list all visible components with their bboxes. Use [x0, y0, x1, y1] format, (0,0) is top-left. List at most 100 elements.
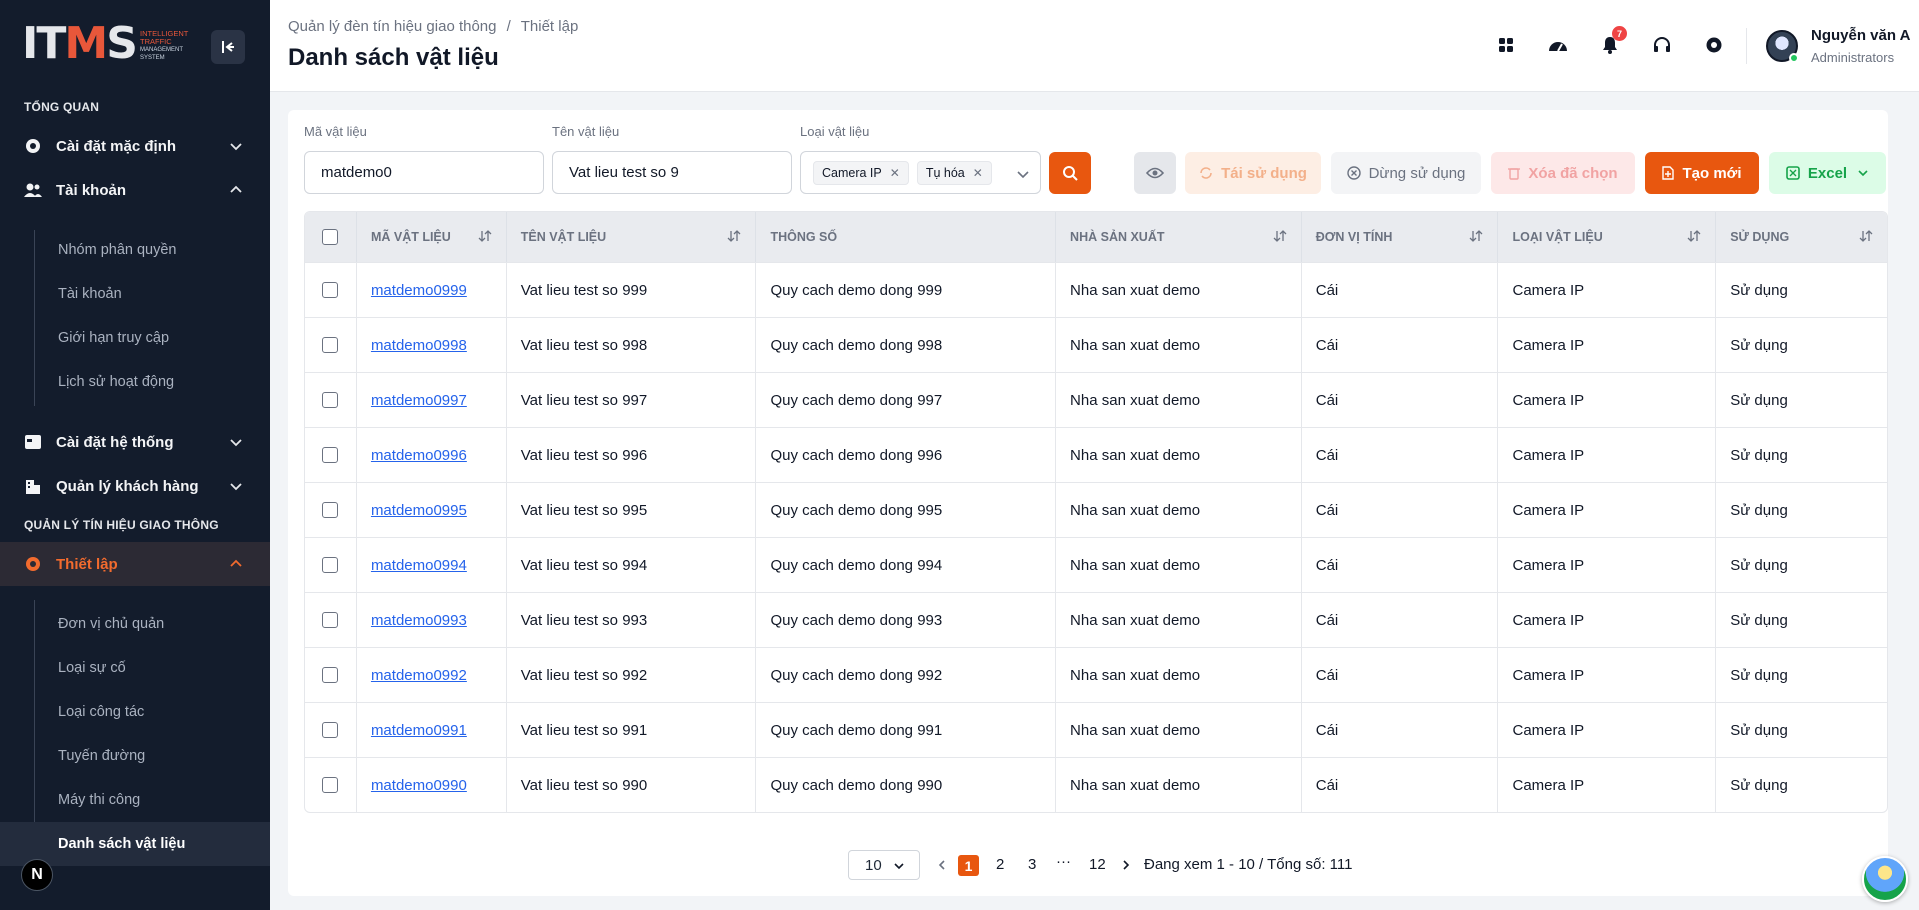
- menu-label: Cài đặt hệ thống: [56, 433, 174, 451]
- sort-icon[interactable]: [1687, 229, 1701, 243]
- building-icon: [24, 477, 42, 495]
- delete-selected-button[interactable]: Xóa đã chọn: [1491, 152, 1635, 194]
- cell-material-name: Vat lieu test so 991: [507, 703, 757, 757]
- row-checkbox[interactable]: [322, 777, 339, 793]
- sidebar-item-access-limits[interactable]: Giới hạn truy cập: [0, 316, 270, 360]
- type-filter-select[interactable]: Camera IP ✕ Tụ hóa ✕: [800, 151, 1041, 194]
- stop-using-button[interactable]: Dừng sử dụng: [1331, 152, 1481, 194]
- sort-icon[interactable]: [478, 229, 492, 243]
- row-checkbox[interactable]: [322, 667, 339, 683]
- row-checkbox[interactable]: [322, 392, 339, 408]
- row-checkbox[interactable]: [322, 337, 339, 353]
- material-code-link[interactable]: matdemo0998: [371, 337, 467, 354]
- menu-default-settings[interactable]: Cài đặt mặc định: [0, 124, 270, 168]
- notifications-button[interactable]: 7: [1597, 26, 1627, 58]
- sidebar-item-work-types[interactable]: Loại công tác: [0, 690, 270, 734]
- table-row[interactable]: matdemo0990 Vat lieu test so 990 Quy cach …: [305, 757, 1887, 812]
- breadcrumb-root[interactable]: Quản lý đèn tín hiệu giao thông: [288, 18, 497, 35]
- sort-icon[interactable]: [1859, 229, 1873, 243]
- page-2-button[interactable]: 2: [996, 856, 1004, 873]
- dashboard-button[interactable]: [1545, 32, 1571, 58]
- sidebar-item-incident-types[interactable]: Loại sự cố: [0, 646, 270, 690]
- breadcrumb-current[interactable]: Thiết lập: [521, 18, 579, 35]
- table-row[interactable]: matdemo0993 Vat lieu test so 993 Quy cach …: [305, 592, 1887, 647]
- sidebar-item-machines[interactable]: Máy thi công: [0, 778, 270, 822]
- material-code-link[interactable]: matdemo0997: [371, 392, 467, 409]
- trash-icon: [1508, 166, 1521, 180]
- row-checkbox[interactable]: [322, 557, 339, 573]
- sort-icon[interactable]: [1469, 229, 1483, 243]
- sort-icon[interactable]: [727, 229, 741, 243]
- table-row[interactable]: matdemo0998 Vat lieu test so 998 Quy cach …: [305, 317, 1887, 372]
- sidebar-item-routes[interactable]: Tuyến đường: [0, 734, 270, 778]
- sidebar-item-permission-groups[interactable]: Nhóm phân quyền: [0, 228, 270, 272]
- table-row[interactable]: matdemo0991 Vat lieu test so 991 Quy cach …: [305, 702, 1887, 757]
- prev-page-icon[interactable]: [936, 859, 948, 871]
- apps-grid-button[interactable]: [1493, 32, 1519, 58]
- menu-system-settings[interactable]: Cài đặt hệ thống: [0, 420, 270, 464]
- col-usage[interactable]: SỬ DỤNG: [1716, 212, 1887, 262]
- support-button[interactable]: [1649, 32, 1675, 58]
- col-unit[interactable]: ĐƠN VỊ TÍNH: [1302, 212, 1499, 262]
- material-code-link[interactable]: matdemo0993: [371, 612, 467, 629]
- col-material-type[interactable]: LOẠI VẬT LIỆU: [1498, 212, 1717, 262]
- material-code-link[interactable]: matdemo0995: [371, 502, 467, 519]
- close-icon[interactable]: ✕: [973, 166, 983, 180]
- sort-icon[interactable]: [1273, 229, 1287, 243]
- sidebar-item-activity-history[interactable]: Lịch sử hoạt động: [0, 360, 270, 404]
- page-size-select[interactable]: 10: [848, 850, 920, 880]
- table-row[interactable]: matdemo0999 Vat lieu test so 999 Quy cach …: [305, 262, 1887, 317]
- row-checkbox[interactable]: [322, 502, 339, 518]
- col-manufacturer[interactable]: NHÀ SẢN XUẤT: [1056, 212, 1302, 262]
- material-code-link[interactable]: matdemo0999: [371, 282, 467, 299]
- avatar[interactable]: [1766, 30, 1799, 63]
- material-code-link[interactable]: matdemo0992: [371, 667, 467, 684]
- page-1-button[interactable]: 1: [958, 855, 979, 876]
- page-12-button[interactable]: 12: [1089, 856, 1106, 873]
- table-row[interactable]: matdemo0994 Vat lieu test so 994 Quy cach …: [305, 537, 1887, 592]
- cell-specs: Quy cach demo dong 998: [756, 318, 1057, 372]
- toggle-columns-button[interactable]: [1134, 152, 1176, 194]
- assistant-avatar-button[interactable]: [1862, 856, 1908, 902]
- cell-manufacturer: Nha san xuat demo: [1056, 428, 1302, 482]
- menu-setup[interactable]: Thiết lập: [0, 542, 270, 586]
- cell-material-type: Camera IP: [1498, 428, 1717, 482]
- col-label: NHÀ SẢN XUẤT: [1070, 230, 1165, 244]
- row-checkbox[interactable]: [322, 282, 339, 298]
- row-checkbox[interactable]: [322, 722, 339, 738]
- collapse-sidebar-button[interactable]: [211, 30, 245, 64]
- user-name[interactable]: Nguyễn văn A: [1811, 27, 1910, 44]
- table-row[interactable]: matdemo0992 Vat lieu test so 992 Quy cach …: [305, 647, 1887, 702]
- sidebar-item-governing-units[interactable]: Đơn vị chủ quản: [0, 602, 270, 646]
- select-all-checkbox[interactable]: [322, 229, 339, 245]
- close-icon[interactable]: ✕: [890, 166, 900, 180]
- material-code-link[interactable]: matdemo0994: [371, 557, 467, 574]
- table-row[interactable]: matdemo0997 Vat lieu test so 997 Quy cach …: [305, 372, 1887, 427]
- page-3-button[interactable]: 3: [1028, 856, 1036, 873]
- material-code-link[interactable]: matdemo0996: [371, 447, 467, 464]
- cell-material-name: Vat lieu test so 998: [507, 318, 757, 372]
- menu-account[interactable]: Tài khoản: [0, 168, 270, 212]
- table-row[interactable]: matdemo0995 Vat lieu test so 995 Quy cach …: [305, 482, 1887, 537]
- sidebar-item-accounts[interactable]: Tài khoản: [0, 272, 270, 316]
- pagination-ellipsis[interactable]: ···: [1056, 853, 1071, 870]
- material-code-link[interactable]: matdemo0991: [371, 722, 467, 739]
- search-button[interactable]: [1049, 152, 1091, 194]
- menu-customers[interactable]: Quản lý khách hàng: [0, 464, 270, 508]
- cell-manufacturer: Nha san xuat demo: [1056, 648, 1302, 702]
- settings-button[interactable]: [1701, 32, 1727, 58]
- next-page-icon[interactable]: [1120, 859, 1132, 871]
- table-row[interactable]: matdemo0996 Vat lieu test so 996 Quy cach …: [305, 427, 1887, 482]
- dev-tools-badge[interactable]: N: [21, 859, 53, 891]
- create-new-button[interactable]: Tạo mới: [1645, 152, 1759, 194]
- col-material-name[interactable]: TÊN VẬT LIỆU: [507, 212, 757, 262]
- code-filter-input[interactable]: matdemo0: [304, 151, 544, 194]
- name-filter-input[interactable]: Vat lieu test so 9: [552, 151, 792, 194]
- material-code-link[interactable]: matdemo0990: [371, 777, 467, 794]
- excel-menu-button[interactable]: Excel: [1769, 152, 1886, 194]
- col-material-code[interactable]: MÃ VẬT LIỆU: [357, 212, 507, 262]
- row-checkbox[interactable]: [322, 447, 339, 463]
- row-checkbox[interactable]: [322, 612, 339, 628]
- app-logo[interactable]: ITMS INTELLIGENT TRAFFIC MANAGEMENT SYST…: [22, 22, 192, 66]
- reuse-button[interactable]: Tái sử dụng: [1185, 152, 1321, 194]
